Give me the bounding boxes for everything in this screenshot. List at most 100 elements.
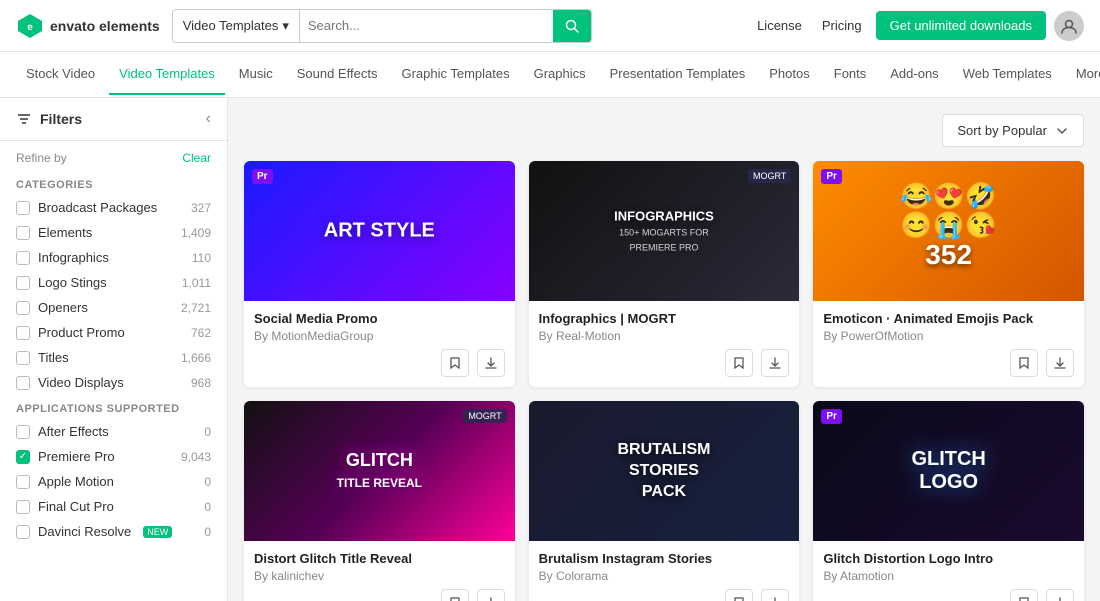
card-actions-emoticons: [823, 349, 1074, 377]
bookmark-button-emoticons[interactable]: [1010, 349, 1038, 377]
checkbox-davinci-resolve[interactable]: [16, 525, 30, 539]
card-info-glitch-logo: Glitch Distortion Logo Intro By Atamotio…: [813, 541, 1084, 601]
bookmark-button-glitch-logo[interactable]: [1010, 589, 1038, 601]
cta-button[interactable]: Get unlimited downloads: [876, 11, 1046, 40]
filter-premiere-pro[interactable]: Premiere Pro 9,043: [0, 444, 227, 469]
download-icon: [768, 596, 782, 601]
bookmark-button-distort-glitch[interactable]: [441, 589, 469, 601]
filter-logo-stings[interactable]: Logo Stings 1,011: [0, 270, 227, 295]
download-button-social-media-promo[interactable]: [477, 349, 505, 377]
checkbox-openers[interactable]: [16, 301, 30, 315]
card-info-brutalism: Brutalism Instagram Stories By Colorama: [529, 541, 800, 601]
checkbox-final-cut-pro[interactable]: [16, 500, 30, 514]
filter-count-video-displays: 968: [191, 376, 211, 390]
license-link[interactable]: License: [751, 14, 808, 37]
cat-fonts[interactable]: Fonts: [824, 54, 877, 95]
download-button-brutalism[interactable]: [761, 589, 789, 601]
cat-photos[interactable]: Photos: [759, 54, 819, 95]
checkbox-apple-motion[interactable]: [16, 475, 30, 489]
card-glitch-logo[interactable]: Pr GLITCHLOGO Glitch Distortion Logo Int…: [813, 401, 1084, 601]
filter-broadcast-packages[interactable]: Broadcast Packages 327: [0, 195, 227, 220]
bookmark-button-infographics[interactable]: [725, 349, 753, 377]
filter-video-displays[interactable]: Video Displays 968: [0, 370, 227, 395]
checkbox-after-effects[interactable]: [16, 425, 30, 439]
card-author-brutalism: By Colorama: [539, 569, 790, 583]
filter-label-openers: Openers: [38, 300, 88, 315]
card-title-brutalism: Brutalism Instagram Stories: [539, 551, 790, 566]
cat-stock-video[interactable]: Stock Video: [16, 54, 105, 95]
cat-more[interactable]: More: [1066, 54, 1100, 95]
checkbox-titles[interactable]: [16, 351, 30, 365]
checkbox-broadcast-packages[interactable]: [16, 201, 30, 215]
card-social-media-promo[interactable]: Pr ART STYLE Social Media Promo By Motio…: [244, 161, 515, 387]
checkbox-product-promo[interactable]: [16, 326, 30, 340]
checkbox-video-displays[interactable]: [16, 376, 30, 390]
card-info-distort-glitch: Distort Glitch Title Reveal By kaliniche…: [244, 541, 515, 601]
filter-label-broadcast-packages: Broadcast Packages: [38, 200, 157, 215]
search-dropdown[interactable]: Video Templates ▾: [173, 10, 300, 42]
checkbox-elements[interactable]: [16, 226, 30, 240]
download-button-glitch-logo[interactable]: [1046, 589, 1074, 601]
card-thumb-glitch-logo: Pr GLITCHLOGO: [813, 401, 1084, 541]
cat-music[interactable]: Music: [229, 54, 283, 95]
content-header: Sort by Popular: [244, 114, 1084, 147]
bookmark-icon: [448, 356, 462, 370]
cards-grid: Pr ART STYLE Social Media Promo By Motio…: [244, 161, 1084, 601]
checkbox-infographics[interactable]: [16, 251, 30, 265]
bookmark-button-brutalism[interactable]: [725, 589, 753, 601]
filter-label-video-displays: Video Displays: [38, 375, 124, 390]
cat-web-templates[interactable]: Web Templates: [953, 54, 1062, 95]
filter-davinci-resolve[interactable]: Davinci Resolve NEW 0: [0, 519, 227, 544]
cat-add-ons[interactable]: Add-ons: [880, 54, 948, 95]
filter-label-elements: Elements: [38, 225, 92, 240]
card-infographics-mogrt[interactable]: MOGRT INFOGRAPHICS150+ MOGARTS FOR PREMI…: [529, 161, 800, 387]
cat-video-templates[interactable]: Video Templates: [109, 54, 225, 95]
filter-openers[interactable]: Openers 2,721: [0, 295, 227, 320]
category-nav: Stock Video Video Templates Music Sound …: [0, 52, 1100, 98]
filter-label-apple-motion: Apple Motion: [38, 474, 114, 489]
download-button-emoticons[interactable]: [1046, 349, 1074, 377]
card-thumb-brutalism: BRUTALISMSTORIESPACK: [529, 401, 800, 541]
cat-presentation-templates[interactable]: Presentation Templates: [600, 54, 756, 95]
card-emoticons[interactable]: Pr 😂😍🤣😊😭😘 352 Emoticon · Animated Emojis…: [813, 161, 1084, 387]
card-author-emoticons: By PowerOfMotion: [823, 329, 1074, 343]
cat-graphics[interactable]: Graphics: [524, 54, 596, 95]
bookmark-icon: [1017, 356, 1031, 370]
filter-after-effects[interactable]: After Effects 0: [0, 419, 227, 444]
filter-apple-motion[interactable]: Apple Motion 0: [0, 469, 227, 494]
clear-button[interactable]: Clear: [182, 151, 211, 165]
collapse-sidebar-button[interactable]: ‹: [206, 110, 211, 128]
bookmark-icon: [732, 596, 746, 601]
checkbox-logo-stings[interactable]: [16, 276, 30, 290]
search-input[interactable]: [300, 10, 553, 42]
download-button-infographics[interactable]: [761, 349, 789, 377]
logo-text: envato elements: [50, 18, 160, 34]
search-button[interactable]: [553, 10, 591, 42]
sidebar-header: Filters ‹: [0, 98, 227, 141]
filter-infographics[interactable]: Infographics 110: [0, 245, 227, 270]
sidebar-scroll-area: Refine by Clear Categories Broadcast Pac…: [0, 141, 227, 544]
sort-dropdown[interactable]: Sort by Popular: [942, 114, 1084, 147]
filter-elements[interactable]: Elements 1,409: [0, 220, 227, 245]
thumb-text-social: ART STYLE: [324, 220, 435, 243]
filter-count-premiere-pro: 9,043: [181, 450, 211, 464]
applications-section-label: Applications Supported: [0, 395, 227, 419]
cat-sound-effects[interactable]: Sound Effects: [287, 54, 388, 95]
filter-final-cut-pro[interactable]: Final Cut Pro 0: [0, 494, 227, 519]
filter-product-promo[interactable]: Product Promo 762: [0, 320, 227, 345]
bookmark-icon: [1017, 596, 1031, 601]
cat-graphic-templates[interactable]: Graphic Templates: [391, 54, 519, 95]
pricing-link[interactable]: Pricing: [816, 14, 868, 37]
avatar[interactable]: [1054, 11, 1084, 41]
filter-count-infographics: 110: [192, 251, 211, 265]
card-distort-glitch[interactable]: MOGRT GLITCHTITLE REVEAL Distort Glitch …: [244, 401, 515, 601]
checkbox-premiere-pro[interactable]: [16, 450, 30, 464]
filter-count-elements: 1,409: [181, 226, 211, 240]
mogrt-badge-glitch: MOGRT: [463, 409, 506, 423]
logo[interactable]: e envato elements: [16, 12, 160, 40]
filter-titles[interactable]: Titles 1,666: [0, 345, 227, 370]
download-button-distort-glitch[interactable]: [477, 589, 505, 601]
filter-label-titles: Titles: [38, 350, 69, 365]
card-brutalism-stories[interactable]: BRUTALISMSTORIESPACK Brutalism Instagram…: [529, 401, 800, 601]
bookmark-button-social-media-promo[interactable]: [441, 349, 469, 377]
